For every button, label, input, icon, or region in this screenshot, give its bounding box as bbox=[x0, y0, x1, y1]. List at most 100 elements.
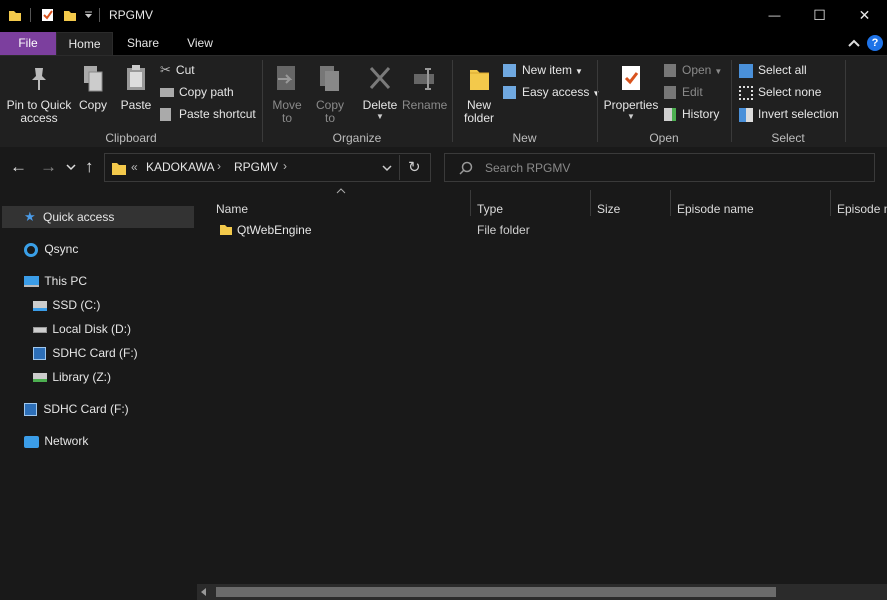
move-to-button[interactable]: Move to bbox=[267, 64, 307, 125]
history-button[interactable]: History bbox=[664, 104, 719, 124]
nav-item-library-z[interactable]: Library (Z:) bbox=[33, 366, 111, 388]
select-none-button[interactable]: Select none bbox=[739, 82, 821, 102]
table-row[interactable]: QtWebEngine File folder bbox=[215, 219, 875, 241]
scroll-left-icon[interactable] bbox=[201, 588, 207, 596]
copy-label: Copy bbox=[78, 98, 107, 112]
tab-share[interactable]: Share bbox=[113, 32, 173, 55]
copy-to-button[interactable]: Copy to bbox=[310, 64, 350, 125]
file-type: File folder bbox=[477, 223, 530, 237]
rename-label: Rename bbox=[402, 98, 448, 112]
address-bar[interactable]: « KADOKAWA › RPGMV › ↻ bbox=[104, 153, 431, 182]
new-folder-icon bbox=[470, 70, 489, 90]
pin-to-quick-access-button[interactable]: Pin to Quick access bbox=[4, 64, 74, 125]
nav-item-qsync[interactable]: Qsync bbox=[24, 238, 78, 260]
new-item-label: New item bbox=[522, 63, 573, 77]
column-divider[interactable] bbox=[830, 190, 831, 216]
nav-item-local-disk-d[interactable]: Local Disk (D:) bbox=[33, 318, 131, 340]
nav-item-label: SSD (C:) bbox=[52, 298, 101, 312]
refresh-icon[interactable]: ↻ bbox=[408, 158, 421, 176]
up-arrow-icon[interactable]: ↑ bbox=[85, 157, 94, 177]
address-dropdown-icon[interactable] bbox=[382, 164, 392, 172]
breadcrumb-separator-icon[interactable]: › bbox=[283, 159, 287, 173]
title-bar: RPGMV — ☐ ✕ bbox=[0, 0, 887, 32]
collapse-ribbon-icon[interactable] bbox=[848, 38, 860, 48]
column-divider[interactable] bbox=[590, 190, 591, 216]
nav-item-sdhc-card-f-root[interactable]: SDHC Card (F:) bbox=[24, 398, 129, 420]
copy-path-button[interactable]: Copy path bbox=[160, 82, 234, 102]
new-group-label: New bbox=[512, 131, 537, 145]
help-icon[interactable]: ? bbox=[867, 35, 883, 51]
divider bbox=[262, 60, 263, 142]
delete-dropdown-icon[interactable]: ▼ bbox=[358, 112, 402, 122]
paste-shortcut-icon bbox=[160, 108, 171, 122]
close-button[interactable]: ✕ bbox=[842, 0, 887, 32]
edit-button[interactable]: Edit bbox=[664, 82, 703, 102]
ribbon-tabs: File Home Share View ? bbox=[0, 32, 887, 55]
nav-item-quick-access[interactable]: ★ Quick access bbox=[24, 206, 114, 228]
folder-icon bbox=[112, 163, 126, 175]
paste-button[interactable]: Paste bbox=[116, 64, 156, 112]
cut-button[interactable]: ✂ Cut bbox=[160, 60, 195, 80]
delete-button[interactable]: Delete ▼ bbox=[358, 64, 402, 122]
nav-item-label: Local Disk (D:) bbox=[52, 322, 132, 336]
invert-selection-icon bbox=[739, 107, 753, 122]
open-button[interactable]: Open ▼ bbox=[664, 60, 722, 80]
recent-locations-chevron-icon[interactable] bbox=[66, 163, 76, 171]
nav-item-this-pc[interactable]: This PC bbox=[24, 270, 87, 292]
nav-item-network[interactable]: Network bbox=[24, 430, 88, 452]
customize-dropdown-icon[interactable] bbox=[85, 11, 93, 19]
properties-check-icon[interactable] bbox=[41, 8, 55, 22]
select-none-icon bbox=[739, 85, 753, 100]
nav-item-ssd-c[interactable]: SSD (C:) bbox=[33, 294, 100, 316]
easy-access-button[interactable]: Easy access▼ bbox=[503, 82, 600, 102]
column-divider[interactable] bbox=[470, 190, 471, 216]
properties-button[interactable]: Properties ▼ bbox=[602, 64, 660, 122]
nav-item-label: Qsync bbox=[44, 242, 79, 256]
copy-to-label: Copy to bbox=[315, 98, 344, 125]
new-folder-button[interactable]: New folder bbox=[459, 64, 499, 125]
delete-x-icon bbox=[369, 66, 391, 90]
select-none-label: Select none bbox=[758, 85, 822, 99]
column-divider[interactable] bbox=[670, 190, 671, 216]
divider bbox=[597, 60, 598, 142]
properties-dropdown-icon[interactable]: ▼ bbox=[602, 112, 660, 122]
scrollbar-thumb[interactable] bbox=[216, 587, 776, 597]
divider bbox=[99, 8, 100, 22]
search-box[interactable]: Search RPGMV bbox=[444, 153, 875, 182]
select-all-button[interactable]: Select all bbox=[739, 60, 807, 80]
maximize-button[interactable]: ☐ bbox=[797, 0, 842, 32]
easy-access-label: Easy access bbox=[522, 85, 590, 99]
chevron-down-icon: ▼ bbox=[714, 67, 723, 76]
edit-label: Edit bbox=[682, 85, 703, 99]
minimize-button[interactable]: — bbox=[752, 0, 797, 32]
breadcrumb-rpgmv[interactable]: RPGMV bbox=[234, 160, 278, 174]
invert-selection-button[interactable]: Invert selection bbox=[739, 104, 839, 124]
invert-selection-label: Invert selection bbox=[758, 107, 839, 121]
paste-shortcut-button[interactable]: Paste shortcut bbox=[160, 104, 256, 124]
folder-icon bbox=[220, 225, 232, 235]
overflow-chevrons[interactable]: « bbox=[131, 160, 138, 174]
move-to-icon bbox=[277, 66, 295, 90]
organize-group-label: Organize bbox=[332, 131, 382, 145]
qsync-icon bbox=[24, 242, 38, 257]
nav-item-label: SDHC Card (F:) bbox=[43, 402, 129, 416]
copy-button[interactable]: Copy bbox=[74, 64, 112, 112]
back-arrow-icon[interactable]: ← bbox=[10, 157, 27, 177]
copy-path-label: Copy path bbox=[179, 85, 234, 99]
copy-to-icon bbox=[320, 66, 339, 91]
sdcard-icon bbox=[33, 347, 46, 361]
tab-home[interactable]: Home bbox=[56, 32, 113, 55]
breadcrumb-separator-icon[interactable]: › bbox=[217, 159, 221, 173]
new-folder-icon[interactable] bbox=[63, 8, 77, 22]
rename-button[interactable]: Rename bbox=[402, 64, 448, 112]
breadcrumb-kadokawa[interactable]: KADOKAWA bbox=[146, 160, 214, 174]
divider bbox=[731, 60, 732, 142]
new-item-button[interactable]: New item ▼ bbox=[503, 60, 583, 80]
tab-file[interactable]: File bbox=[0, 32, 56, 55]
clipboard-group-label: Clipboard bbox=[105, 131, 157, 145]
forward-arrow-icon[interactable]: → bbox=[40, 157, 57, 177]
ribbon: Pin to Quick access Copy Paste ✂ Cut Copy… bbox=[0, 55, 887, 147]
drive-icon bbox=[33, 326, 47, 333]
tab-view[interactable]: View bbox=[173, 32, 227, 55]
nav-item-sdhc-card-f[interactable]: SDHC Card (F:) bbox=[33, 342, 138, 364]
